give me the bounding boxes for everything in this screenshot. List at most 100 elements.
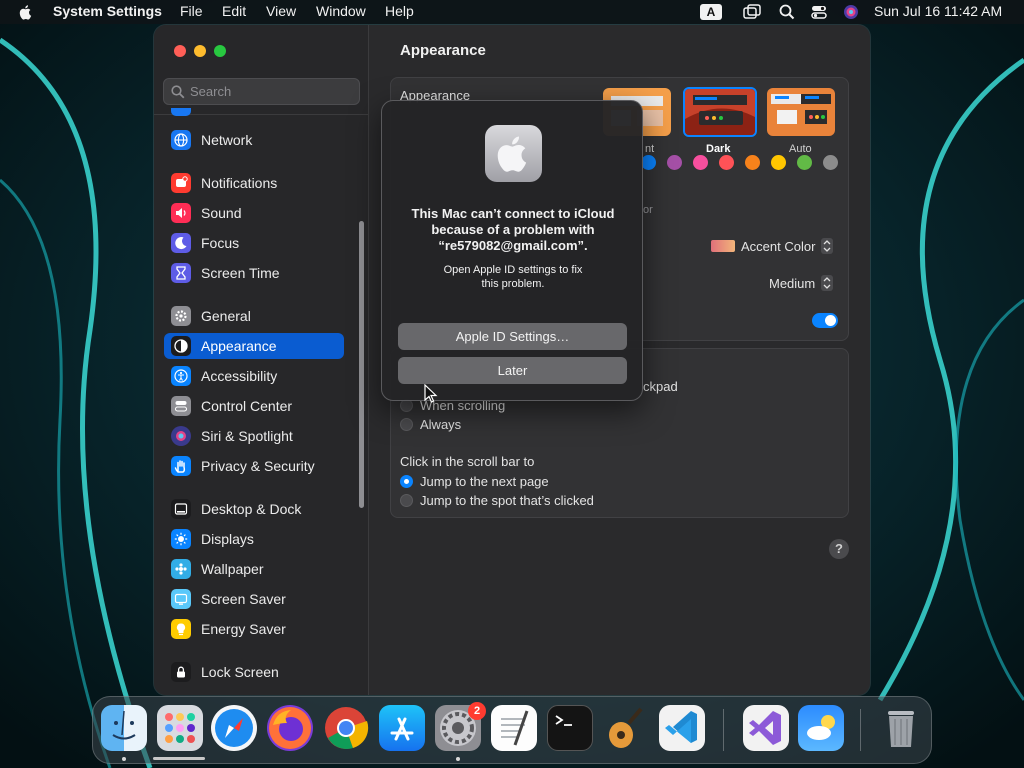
accent-orange[interactable] (745, 155, 760, 170)
moon-icon (171, 233, 191, 253)
dock-icon (171, 499, 191, 519)
radio-jump-next-page[interactable] (400, 475, 413, 488)
sidebar-item-label: Desktop & Dock (201, 501, 302, 517)
menu-help[interactable]: Help (385, 3, 414, 19)
chrome-icon[interactable] (323, 705, 369, 751)
radio-always[interactable] (400, 418, 413, 431)
sidebar-item-label: Wallpaper (201, 561, 264, 577)
chevron-updown-icon (821, 238, 834, 254)
terminal-icon[interactable] (547, 705, 593, 751)
menu-edit[interactable]: Edit (222, 3, 246, 19)
sidebar-item-energy-saver[interactable]: Energy Saver (164, 616, 344, 642)
show-scroll-bars-label: ckpad (643, 379, 678, 394)
dock (92, 696, 932, 764)
icloud-alert-dialog: This Mac can’t connect to iCloud because… (381, 100, 643, 401)
close-button[interactable] (174, 45, 186, 57)
accent-red[interactable] (719, 155, 734, 170)
menu-app-name[interactable]: System Settings (53, 3, 162, 19)
screen-saver-icon (171, 589, 191, 609)
accent-pink[interactable] (693, 155, 708, 170)
apple-menu-icon[interactable] (18, 4, 34, 20)
sidebar-item-focus[interactable]: Focus (164, 230, 344, 256)
menu-clock[interactable]: Sun Jul 16 11:42 AM (874, 3, 1002, 19)
launchpad-progress-indicator (153, 757, 205, 760)
weather-icon[interactable] (798, 705, 844, 751)
garageband-icon[interactable] (603, 705, 649, 751)
help-button[interactable]: ? (829, 539, 849, 559)
firefox-icon[interactable] (267, 705, 313, 751)
auto-mode-thumbnail[interactable] (767, 88, 835, 136)
accent-yellow[interactable] (771, 155, 786, 170)
input-source-icon[interactable]: A (700, 4, 722, 20)
siri-icon[interactable] (843, 4, 859, 20)
sidebar-item-displays[interactable]: Displays (164, 526, 344, 552)
dark-mode-thumbnail[interactable] (683, 87, 757, 137)
sidebar-item-label: Appearance (201, 338, 277, 354)
launchpad-icon[interactable] (157, 705, 203, 751)
siri-icon (171, 426, 191, 446)
sidebar-item-partial[interactable] (164, 106, 344, 116)
control-center-icon[interactable] (811, 4, 827, 20)
sidebar-item-network[interactable]: Network (164, 127, 344, 153)
sidebar-item-control-center[interactable]: Control Center (164, 393, 344, 419)
alert-title-line: because of a problem with (431, 222, 595, 237)
sidebar-item-screen-time[interactable]: Screen Time (164, 260, 344, 286)
accent-blue[interactable] (641, 155, 656, 170)
zoom-button[interactable] (214, 45, 226, 57)
textedit-icon[interactable] (491, 705, 537, 751)
accessibility-icon (171, 366, 191, 386)
window-switcher-icon[interactable] (743, 4, 761, 20)
sidebar-item-appearance[interactable]: Appearance (164, 333, 344, 359)
light-mode-label: nt (645, 143, 655, 155)
safari-icon[interactable] (211, 705, 257, 751)
gear-icon (171, 306, 191, 326)
dock-running-indicator (456, 757, 460, 761)
radio-jump-to-spot-label: Jump to the spot that’s clicked (420, 493, 594, 508)
sidebar-item-label: Siri & Spotlight (201, 428, 293, 444)
finder-icon[interactable] (101, 705, 147, 751)
sidebar-icon-size-popup[interactable]: Medium (769, 275, 834, 291)
app-store-icon[interactable] (379, 705, 425, 751)
dark-mode-label: Dark (706, 143, 731, 155)
sidebar-item-lock-screen[interactable]: Lock Screen (164, 659, 344, 685)
page-title: Appearance (400, 42, 486, 59)
radio-jump-to-spot[interactable] (400, 494, 413, 507)
sidebar-item-screen-saver[interactable]: Screen Saver (164, 586, 344, 612)
highlight-color-popup[interactable]: Accent Color (711, 238, 834, 254)
accent-graphite[interactable] (823, 155, 838, 170)
sidebar-item-privacy-security[interactable]: Privacy & Security (164, 453, 344, 479)
menu-window[interactable]: Window (316, 3, 366, 19)
sidebar-item-label: Energy Saver (201, 621, 286, 637)
sidebar-item-wallpaper[interactable]: Wallpaper (164, 556, 344, 582)
menu-view[interactable]: View (266, 3, 296, 19)
menu-file[interactable]: File (180, 3, 203, 19)
sidebar-item-siri-spotlight[interactable]: Siri & Spotlight (164, 423, 344, 449)
accent-color-label: or (643, 204, 653, 216)
trash-icon[interactable] (878, 705, 924, 751)
apple-logo-icon (485, 125, 542, 182)
sidebar-item-label: Network (201, 132, 253, 148)
search-input[interactable]: Search (163, 78, 360, 105)
accent-purple[interactable] (667, 155, 682, 170)
sidebar-item-label: Notifications (201, 175, 278, 191)
sidebar-item-accessibility[interactable]: Accessibility (164, 363, 344, 389)
sidebar-item-general[interactable]: General (164, 303, 344, 329)
wallpaper-tinting-toggle[interactable] (812, 313, 838, 328)
apple-id-settings-button[interactable]: Apple ID Settings… (398, 323, 627, 350)
sidebar-item-desktop-dock[interactable]: Desktop & Dock (164, 496, 344, 522)
click-scroll-bar-label: Click in the scroll bar to (400, 454, 535, 469)
sidebar-item-sound[interactable]: Sound (164, 200, 344, 226)
sidebar-item-notifications[interactable]: Notifications (164, 170, 344, 196)
hourglass-icon (171, 263, 191, 283)
dock-running-indicator (122, 757, 126, 761)
sidebar-scrollbar[interactable] (359, 221, 364, 508)
sidebar-icon-size-value: Medium (769, 275, 816, 291)
sun-icon (171, 529, 191, 549)
later-button[interactable]: Later (398, 357, 627, 384)
spotlight-search-icon[interactable] (779, 4, 795, 20)
minimize-button[interactable] (194, 45, 206, 57)
accent-green[interactable] (797, 155, 812, 170)
visual-studio-icon[interactable] (743, 705, 789, 751)
alert-message-line: this problem. (481, 278, 545, 290)
vscode-icon[interactable] (659, 705, 705, 751)
